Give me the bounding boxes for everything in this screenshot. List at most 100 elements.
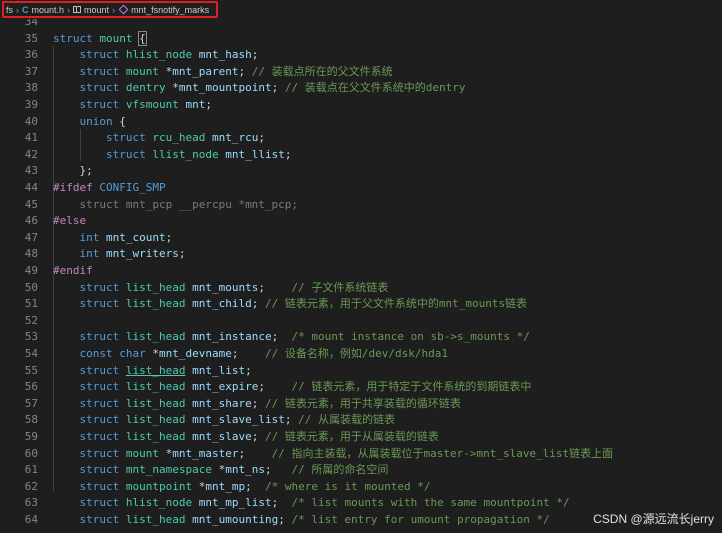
- code-editor[interactable]: 34 35 struct mount {36 struct hlist_node m…: [0, 19, 722, 533]
- code-line[interactable]: 57 struct list_head mnt_share; // 链表元素，用…: [0, 396, 722, 412]
- code-line[interactable]: 51 struct list_head mnt_child; // 链表元素，用…: [0, 296, 722, 312]
- code-line[interactable]: 55 struct list_head mnt_list;: [0, 363, 722, 379]
- code-token: ;: [245, 479, 265, 493]
- code-token: mnt_rcu: [211, 131, 259, 145]
- code-token: ;: [278, 513, 292, 526]
- code-token: /* list entry for umount propagation */: [291, 513, 550, 526]
- code-line[interactable]: 34: [0, 19, 722, 30]
- code-token: ;: [271, 330, 292, 344]
- code-token: struct: [79, 98, 120, 111]
- code-line[interactable]: 42 struct llist_node mnt_llist;: [0, 147, 722, 163]
- code-line[interactable]: 50 struct list_head mnt_mounts; // 子文件系统…: [0, 280, 722, 296]
- code-token: ;: [251, 297, 265, 311]
- code-token: // 链表元素，用于从属装载的链表: [264, 430, 439, 443]
- line-number: 44: [24, 181, 38, 194]
- code-line[interactable]: 56 struct list_head mnt_expire; // 链表元素，…: [0, 379, 722, 395]
- code-token: struct: [79, 48, 120, 62]
- code-line[interactable]: 63 struct hlist_node mnt_mp_list; /* lis…: [0, 495, 722, 511]
- code-line[interactable]: 60 struct mount *mnt_master; // 指向主装载，从属…: [0, 446, 722, 462]
- code-token: ;: [271, 496, 292, 510]
- line-number: 63: [24, 496, 38, 510]
- line-number: 42: [24, 147, 38, 161]
- code-token: ;: [271, 81, 285, 95]
- code-line[interactable]: 36 struct hlist_node mnt_hash;: [0, 47, 722, 63]
- line-number: 64: [24, 513, 38, 526]
- line-code: struct mount *mnt_master; // 指向主装载，从属装载位…: [53, 446, 614, 462]
- code-line[interactable]: 62 struct mountpoint *mnt_mp; /* where i…: [0, 479, 722, 495]
- code-token: hlist_node: [125, 496, 193, 510]
- code-token: list_head: [125, 513, 186, 526]
- code-token: *: [145, 347, 159, 360]
- code-token: list_head: [125, 330, 186, 344]
- watermark: CSDN @源远流长jerry: [593, 512, 714, 526]
- code-token: list_head: [125, 297, 186, 311]
- line-number: 47: [24, 230, 38, 244]
- code-line[interactable]: 43 };: [0, 163, 722, 179]
- line-code: #endif: [53, 263, 93, 279]
- code-token: // 子文件系统链表: [291, 280, 389, 294]
- line-code: struct list_head mnt_instance; /* mount …: [53, 329, 530, 345]
- code-line[interactable]: 61 struct mnt_namespace *mnt_ns; // 所属的命…: [0, 462, 722, 478]
- line-number: 43: [24, 164, 38, 178]
- line-number: 60: [24, 446, 38, 460]
- code-token: mnt_mountpoint: [178, 81, 272, 95]
- code-token: struct: [105, 147, 146, 161]
- code-line[interactable]: 47 int mnt_count;: [0, 230, 722, 246]
- code-line[interactable]: 49 #endif: [0, 263, 722, 279]
- code-token: ;: [258, 380, 292, 394]
- code-token: #else: [53, 214, 87, 228]
- code-line[interactable]: 45 struct mnt_pcp __percpu *mnt_pcp;: [0, 197, 722, 213]
- code-token: struct: [79, 380, 120, 394]
- code-line[interactable]: 59 struct list_head mnt_slave; // 链表元素，用…: [0, 429, 722, 445]
- code-token: list_head: [125, 413, 186, 427]
- line-number: 50: [24, 280, 38, 294]
- line-code: union {: [53, 114, 126, 130]
- code-line[interactable]: 41 struct rcu_head mnt_rcu;: [0, 130, 722, 146]
- code-token: *: [159, 64, 173, 78]
- code-line[interactable]: 54 const char *mnt_devname; // 设备名称，例如/d…: [0, 346, 722, 362]
- code-line[interactable]: 40 union {: [0, 114, 722, 130]
- line-code: struct vfsmount mnt;: [53, 97, 212, 113]
- code-line[interactable]: 46 #else: [0, 213, 722, 229]
- code-line[interactable]: 48 int mnt_writers;: [0, 246, 722, 262]
- code-line[interactable]: 37 struct mount *mnt_parent; // 装载点所在的父文…: [0, 64, 722, 80]
- code-token: struct mnt_pcp __percpu *mnt_pcp;: [79, 197, 299, 211]
- line-code: struct llist_node mnt_llist;: [53, 147, 291, 163]
- code-line[interactable]: 52: [0, 313, 722, 329]
- code-token: mnt_hash: [198, 48, 252, 62]
- code-line[interactable]: 35 struct mount {: [0, 30, 722, 47]
- code-line[interactable]: 58 struct list_head mnt_slave_list; // 从…: [0, 412, 722, 428]
- code-line[interactable]: 39 struct vfsmount mnt;: [0, 97, 722, 113]
- code-line[interactable]: 53 struct list_head mnt_instance; /* mou…: [0, 329, 722, 345]
- code-line[interactable]: 38 struct dentry *mnt_mountpoint; // 装载点…: [0, 80, 722, 96]
- line-code: struct mount {: [53, 30, 147, 47]
- code-token: // 链表元素，用于父文件系统中的mnt_mounts链表: [264, 297, 528, 311]
- code-token: ;: [258, 280, 292, 294]
- line-code: struct mount *mnt_parent; // 装载点所在的父文件系统: [53, 64, 393, 80]
- code-line[interactable]: 44 #ifdef CONFIG_SMP: [0, 180, 722, 196]
- line-code: struct list_head mnt_umounting; /* list …: [53, 512, 550, 528]
- line-code: struct hlist_node mnt_mp_list; /* list m…: [53, 495, 570, 511]
- code-token: {: [138, 30, 147, 46]
- code-token: vfsmount: [125, 98, 179, 111]
- code-token: mnt_mounts: [192, 280, 259, 294]
- code-token: mnt_umounting: [192, 513, 279, 526]
